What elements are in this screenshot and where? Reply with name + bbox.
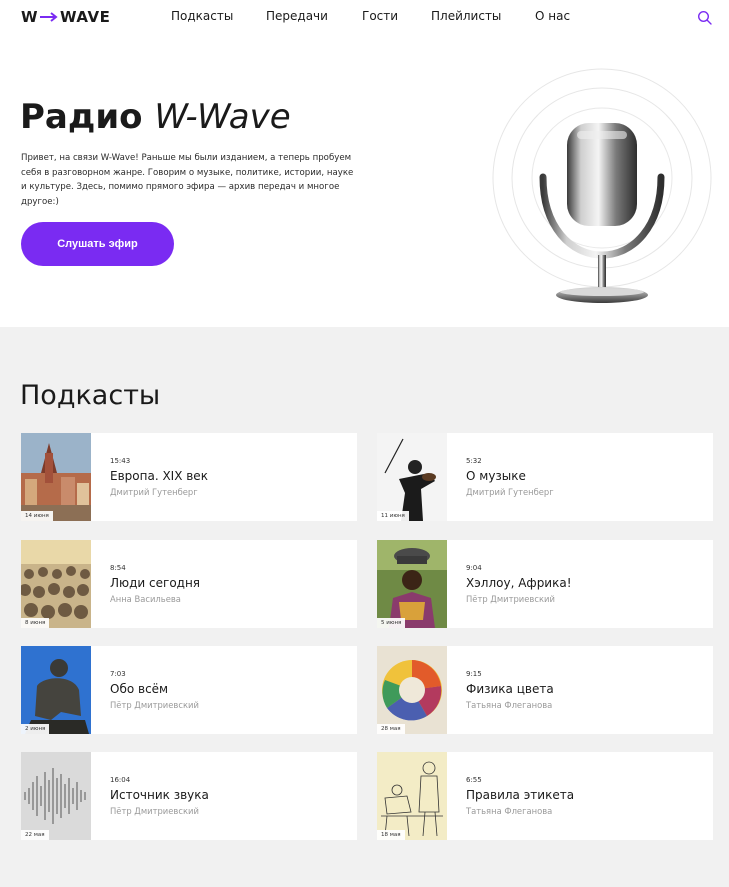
podcast-author: Пётр Дмитриевский (110, 806, 199, 816)
etiquette-engraving-icon: 18 мая (377, 752, 447, 840)
podcast-card[interactable]: 5 июня 9:04 Хэллоу, Африка! Пётр Дмитрие… (377, 540, 713, 628)
old-town-icon: 14 июня (21, 433, 91, 521)
podcast-card[interactable]: 2 июня 7:03 Обо всём Пётр Дмитриевский (21, 646, 357, 734)
nav-item-podcasts[interactable]: Подкасты (171, 9, 233, 23)
podcast-title[interactable]: О музыке (466, 469, 526, 483)
nav-item-playlists[interactable]: Плейлисты (431, 9, 501, 23)
hero-title: Радио W-Wave (20, 97, 291, 137)
podcast-title[interactable]: Источник звука (110, 788, 209, 802)
podcast-duration: 6:55 (466, 776, 482, 784)
podcast-duration: 9:15 (466, 670, 482, 678)
podcast-duration: 7:03 (110, 670, 126, 678)
podcast-date: 5 июня (377, 618, 406, 628)
podcast-title[interactable]: Обо всём (110, 682, 168, 696)
nav-item-shows[interactable]: Передачи (266, 9, 328, 23)
podcast-card[interactable]: 18 мая 6:55 Правила этикета Татьяна Флег… (377, 752, 713, 840)
podcast-title[interactable]: Физика цвета (466, 682, 554, 696)
microphone-icon (491, 67, 713, 307)
podcast-author: Татьяна Флеганова (466, 806, 553, 816)
podcast-duration: 9:04 (466, 564, 482, 572)
hero-title-bold: Радио (20, 97, 143, 137)
site-header: W WAVE Подкасты Передачи Гости Плейлисты… (0, 0, 729, 40)
podcast-card[interactable]: 14 июня 15:43 Европа. XIX век Дмитрий Гу… (21, 433, 357, 521)
podcast-date: 18 мая (377, 830, 405, 840)
search-icon[interactable] (697, 10, 713, 26)
nav-item-guests[interactable]: Гости (362, 9, 398, 23)
podcast-duration: 8:54 (110, 564, 126, 572)
podcast-title[interactable]: Хэллоу, Африка! (466, 576, 572, 590)
podcast-duration: 16:04 (110, 776, 131, 784)
hero-section: Радио W-Wave Привет, на связи W-Wave! Ра… (0, 40, 729, 327)
podcast-card[interactable]: 8 июня 8:54 Люди сегодня Анна Васильева (21, 540, 357, 628)
listen-live-button[interactable]: Слушать эфир (21, 222, 174, 266)
podcast-duration: 15:43 (110, 457, 131, 465)
sound-wave-icon: 22 мая (21, 752, 91, 840)
podcast-title[interactable]: Правила этикета (466, 788, 574, 802)
podcast-date: 2 июня (21, 724, 50, 734)
podcast-date: 22 мая (21, 830, 49, 840)
hero-description: Привет, на связи W-Wave! Раньше мы были … (21, 153, 354, 207)
podcast-author: Дмитрий Гутенберг (110, 487, 198, 497)
nav-item-about[interactable]: О нас (535, 9, 570, 23)
podcast-author: Татьяна Флеганова (466, 700, 553, 710)
podcast-author: Пётр Дмитриевский (110, 700, 199, 710)
podcasts-section-title: Подкасты (20, 380, 161, 411)
podcast-author: Анна Васильева (110, 594, 181, 604)
thinker-statue-icon: 2 июня (21, 646, 91, 734)
podcast-title[interactable]: Люди сегодня (110, 576, 200, 590)
podcast-date: 8 июня (21, 618, 50, 628)
hero-title-italic: W-Wave (154, 97, 291, 137)
podcast-card[interactable]: 28 мая 9:15 Физика цвета Татьяна Флегано… (377, 646, 713, 734)
podcast-author: Дмитрий Гутенберг (466, 487, 554, 497)
podcast-card[interactable]: 11 июня 5:32 О музыке Дмитрий Гутенберг (377, 433, 713, 521)
podcast-title[interactable]: Европа. XIX век (110, 469, 208, 483)
podcast-card[interactable]: 22 мая 16:04 Источник звука Пётр Дмитрие… (21, 752, 357, 840)
color-wheel-icon: 28 мая (377, 646, 447, 734)
podcast-date: 14 июня (21, 511, 53, 521)
violinist-icon: 11 июня (377, 433, 447, 521)
podcast-date: 28 мая (377, 724, 405, 734)
crowd-icon: 8 июня (21, 540, 91, 628)
podcast-duration: 5:32 (466, 457, 482, 465)
african-woman-icon: 5 июня (377, 540, 447, 628)
podcast-date: 11 июня (377, 511, 409, 521)
main-nav: Подкасты Передачи Гости Плейлисты О нас (0, 9, 729, 25)
podcast-author: Пётр Дмитриевский (466, 594, 555, 604)
